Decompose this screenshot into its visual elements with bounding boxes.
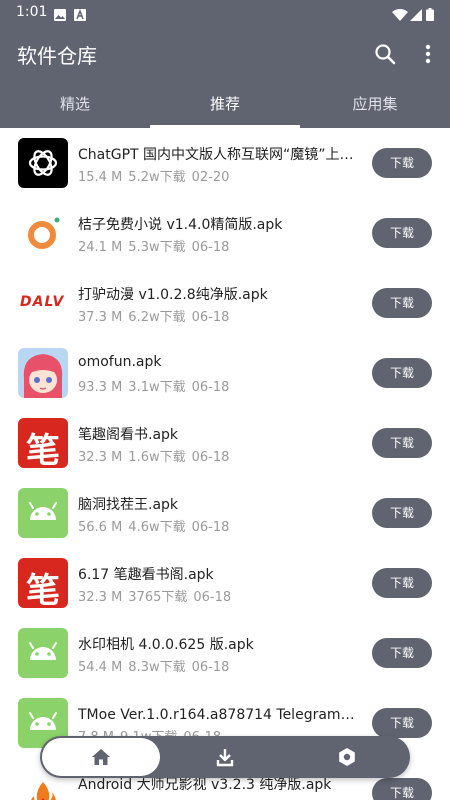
image-icon <box>54 6 68 21</box>
download-icon[interactable] <box>166 738 284 776</box>
download-button[interactable]: 下载 <box>372 708 432 738</box>
app-downloads: 3.1w下载 <box>128 380 186 395</box>
bi-logo-text: 笔 <box>26 571 60 608</box>
android-icon <box>18 628 68 678</box>
app-downloads: 3765下载 <box>128 590 188 605</box>
app-date: 06-18 <box>193 590 232 605</box>
app-downloads: 8.3w下载 <box>128 660 186 675</box>
signal-icon <box>410 6 424 21</box>
tab-bar: 精选 推荐 应用集 <box>0 82 450 128</box>
app-meta: 24.1 M 5.3w下载 06-18 <box>78 236 235 255</box>
wifi-icon <box>392 6 408 21</box>
app-bar: 软件仓库 <box>0 26 450 82</box>
app-downloads: 4.6w下载 <box>128 520 186 535</box>
download-button[interactable]: 下载 <box>372 428 432 458</box>
app-name: 笔趣阁看书.apk <box>78 427 179 443</box>
app-name: 水印相机 4.0.0.625 版.apk <box>78 637 254 653</box>
a-icon <box>74 6 88 21</box>
list-item[interactable]: 笔 6.17 笔趣看书阁.apk 32.3 M 3765下载 06-18 下载 <box>0 548 450 618</box>
list-item[interactable]: 水印相机 4.0.0.625 版.apk 54.4 M 8.3w下载 06-18 下… <box>0 618 450 688</box>
app-downloads: 6.2w下载 <box>128 310 186 325</box>
download-button[interactable]: 下载 <box>372 638 432 668</box>
app-name: 6.17 笔趣看书阁.apk <box>78 567 214 583</box>
bi-logo-text: 笔 <box>26 431 60 468</box>
list-item[interactable]: 桔子免费小说 v1.4.0精简版.apk 24.1 M 5.3w下载 06-18 下… <box>0 198 450 268</box>
list-item[interactable]: omofun.apk 93.3 M 3.1w下载 06-18 下载 <box>0 338 450 408</box>
download-button[interactable]: 下载 <box>372 148 432 178</box>
app-size: 37.3 M <box>78 310 123 325</box>
orange-ring-icon <box>18 208 68 258</box>
app-name: 桔子免费小说 v1.4.0精简版.apk <box>78 217 283 233</box>
chatgpt-logo-icon <box>18 138 68 188</box>
list-item[interactable]: DALV 打驴动漫 v1.0.2.8纯净版.apk 37.3 M 6.2w下载 06… <box>0 268 450 338</box>
dalv-logo-icon: DALV <box>18 278 68 328</box>
app-size: 32.3 M <box>78 450 123 465</box>
app-meta: 15.4 M 5.2w下载 02-20 <box>78 166 235 185</box>
search-icon[interactable] <box>367 36 403 72</box>
app-size: 54.4 M <box>78 660 123 675</box>
status-time: 1:01 <box>16 4 48 20</box>
page-title: 软件仓库 <box>17 44 97 68</box>
app-date: 06-18 <box>191 520 230 535</box>
list-item[interactable]: 笔 笔趣阁看书.apk 32.3 M 1.6w下载 06-18 下载 <box>0 408 450 478</box>
app-name: TMoe Ver.1.0.r164.a878714 Telegram增强... <box>78 707 358 723</box>
home-icon[interactable] <box>42 738 160 776</box>
app-size: 24.1 M <box>78 240 123 255</box>
settings-icon[interactable] <box>288 738 406 776</box>
dalv-logo-text: DALV <box>20 294 65 310</box>
app-date: 06-18 <box>191 240 230 255</box>
more-vert-icon[interactable] <box>410 36 446 72</box>
app-meta: 54.4 M 8.3w下载 06-18 <box>78 656 235 675</box>
download-button[interactable]: 下载 <box>372 358 432 388</box>
bi-character-icon: 笔 <box>18 418 68 468</box>
tab-collections[interactable]: 应用集 <box>300 82 450 128</box>
app-size: 56.6 M <box>78 520 123 535</box>
battery-icon <box>426 6 434 21</box>
app-size: 15.4 M <box>78 170 123 185</box>
tab-recommended[interactable]: 推荐 <box>150 82 300 128</box>
app-meta: 37.3 M 6.2w下载 06-18 <box>78 306 235 325</box>
app-name: 脑洞找茬王.apk <box>78 497 179 513</box>
bi-character-icon: 笔 <box>18 558 68 608</box>
app-size: 32.3 M <box>78 590 123 605</box>
app-meta: 56.6 M 4.6w下载 06-18 <box>78 516 235 535</box>
app-date: 06-18 <box>191 380 230 395</box>
anime-girl-icon <box>18 348 68 398</box>
download-button[interactable]: 下载 <box>372 288 432 318</box>
tab-featured[interactable]: 精选 <box>0 82 150 128</box>
app-downloads: 5.2w下载 <box>128 170 186 185</box>
status-bar: 1:01 <box>0 0 450 26</box>
download-button[interactable]: 下载 <box>372 778 432 800</box>
app-list: ChatGPT 国内中文版人称互联网“魔镜”上知... 15.4 M 5.2w下载… <box>0 128 450 800</box>
app-date: 06-18 <box>191 660 230 675</box>
app-downloads: 1.6w下载 <box>128 450 186 465</box>
android-icon <box>18 488 68 538</box>
app-name: ChatGPT 国内中文版人称互联网“魔镜”上知... <box>78 147 358 163</box>
app-name: 打驴动漫 v1.0.2.8纯净版.apk <box>78 287 268 303</box>
app-date: 02-20 <box>191 170 230 185</box>
app-size: 93.3 M <box>78 380 123 395</box>
list-item[interactable]: 脑洞找茬王.apk 56.6 M 4.6w下载 06-18 下载 <box>0 478 450 548</box>
app-meta: 93.3 M 3.1w下载 06-18 <box>78 376 235 395</box>
app-meta: 32.3 M 3765下载 06-18 <box>78 586 237 605</box>
download-button[interactable]: 下载 <box>372 218 432 248</box>
app-meta: 32.3 M 1.6w下载 06-18 <box>78 446 235 465</box>
app-downloads: 5.3w下载 <box>128 240 186 255</box>
list-item[interactable]: ChatGPT 国内中文版人称互联网“魔镜”上知... 15.4 M 5.2w下载… <box>0 128 450 198</box>
app-name: omofun.apk <box>78 354 162 370</box>
download-button[interactable]: 下载 <box>372 498 432 528</box>
app-date: 06-18 <box>191 450 230 465</box>
bottom-nav <box>40 736 410 778</box>
app-date: 06-18 <box>191 310 230 325</box>
download-button[interactable]: 下载 <box>372 568 432 598</box>
